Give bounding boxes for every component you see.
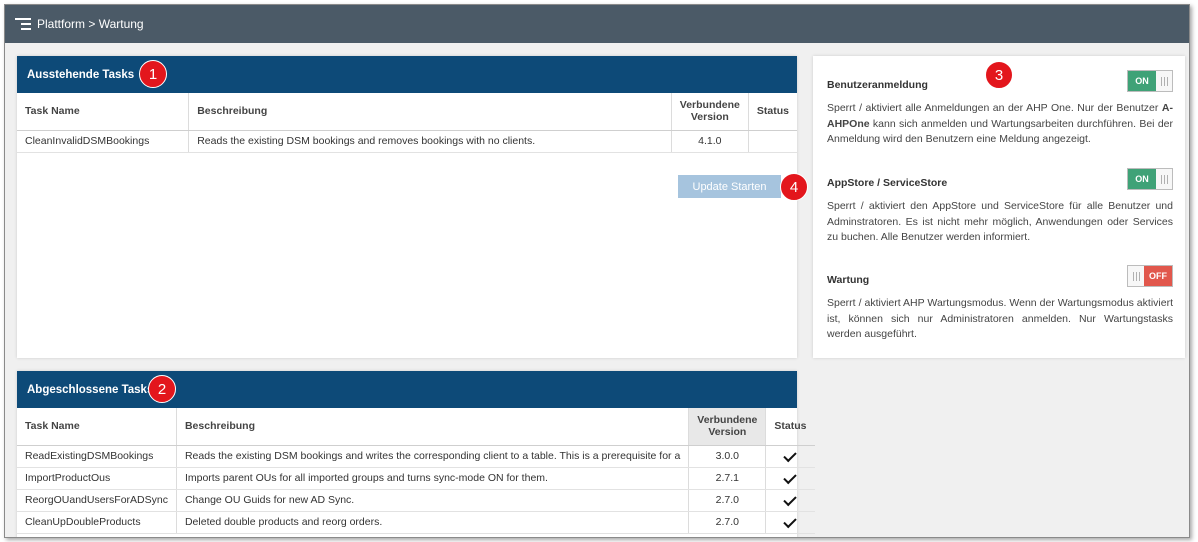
setting-title: Benutzeranmeldung (827, 79, 928, 91)
user-login-toggle[interactable]: ON (1127, 70, 1173, 92)
menu-icon[interactable] (15, 18, 31, 30)
top-bar: Plattform > Wartung (5, 5, 1189, 43)
completed-tasks-table: Task Name Beschreibung Verbundene Version… (17, 408, 815, 534)
column-header-description[interactable]: Beschreibung (188, 93, 672, 131)
app-window: Plattform > Wartung Ausstehende Tasks 1 … (4, 4, 1190, 538)
table-row[interactable]: ReorgOUandUsersForADSync Change OU Guids… (17, 489, 815, 512)
breadcrumb[interactable]: Plattform > Wartung (37, 17, 144, 31)
column-header-version[interactable]: Verbundene Version (671, 93, 749, 131)
table-row[interactable]: CleanInvalidDSMBookings Reads the existi… (17, 130, 797, 153)
setting-title: AppStore / ServiceStore (827, 177, 948, 189)
table-row[interactable]: ReadExistingDSMBookings Reads the existi… (17, 445, 815, 468)
pending-tasks-title: Ausstehende Tasks (27, 68, 135, 81)
task-name-cell: CleanInvalidDSMBookings (17, 130, 190, 153)
checkmark-icon (783, 492, 798, 507)
setting-description: Sperrt / aktiviert alle Anmeldungen an d… (827, 101, 1173, 148)
toggle-state-label: ON (1128, 169, 1156, 189)
setting-description: Sperrt / aktiviert AHP Wartungsmodus. We… (827, 297, 1173, 340)
setting-title: Wartung (827, 274, 870, 286)
pending-tasks-table: Task Name Beschreibung Verbundene Version… (17, 93, 797, 153)
column-header-version-line1: Verbundene (679, 99, 740, 112)
task-description-cell: Deleted double products and reorg orders… (176, 511, 690, 534)
table-row[interactable]: ImportProductOus Imports parent OUs for … (17, 467, 815, 490)
column-header-version-line2: Version (708, 426, 747, 439)
pending-tasks-header: Ausstehende Tasks 1 (17, 56, 797, 93)
column-header-status[interactable]: Status (748, 93, 797, 131)
completed-tasks-title: Abgeschlossene Tasks (27, 383, 154, 396)
maintenance-toggle[interactable]: OFF (1127, 265, 1173, 287)
update-start-button[interactable]: Update Starten (678, 175, 781, 198)
task-description-cell: Change OU Guids for new AD Sync. (176, 489, 690, 512)
task-description-cell: Reads the existing DSM bookings and writ… (176, 445, 690, 468)
desc-part: kann sich anmelden und Wartungsarbeiten … (827, 117, 1173, 146)
task-description-cell: Reads the existing DSM bookings and remo… (188, 130, 672, 153)
column-header-task-name[interactable]: Task Name (17, 93, 190, 131)
checkmark-icon (783, 448, 798, 463)
toggle-handle (1156, 169, 1172, 189)
completed-tasks-header: Abgeschlossene Tasks 2 (17, 371, 797, 408)
task-status-cell (765, 489, 815, 512)
task-name-cell: ReadExistingDSMBookings (17, 445, 177, 468)
task-description-cell: Imports parent OUs for all imported grou… (176, 467, 690, 490)
toggle-handle (1156, 71, 1172, 91)
appstore-toggle[interactable]: ON (1127, 168, 1173, 190)
settings-panel: 3 Benutzeranmeldung ON Sperrt / aktivier… (813, 56, 1185, 358)
toggle-handle (1128, 266, 1144, 286)
column-header-version-line2: Version (690, 111, 729, 124)
task-name-cell: CleanUpDoubleProducts (17, 511, 177, 534)
task-status-cell (765, 467, 815, 490)
setting-user-login: Benutzeranmeldung ON Sperrt / aktiviert … (827, 70, 1173, 148)
setting-appstore: AppStore / ServiceStore ON Sperrt / akti… (827, 168, 1173, 246)
task-name-cell: ImportProductOus (17, 467, 177, 490)
setting-maintenance: Wartung OFF Sperrt / aktiviert AHP Wartu… (827, 265, 1173, 343)
task-name-cell: ReorgOUandUsersForADSync (17, 489, 177, 512)
annotation-badge-2: 2 (148, 375, 176, 403)
column-header-version-line1: Verbundene (697, 414, 758, 427)
column-header-version[interactable]: Verbundene Version (688, 408, 767, 446)
pending-tasks-panel: Ausstehende Tasks 1 Task Name Beschreibu… (17, 56, 808, 358)
task-version-cell: 2.7.0 (688, 511, 767, 534)
toggle-state-label: OFF (1144, 266, 1172, 286)
desc-part: Sperrt / aktiviert alle Anmeldungen an d… (827, 102, 1162, 114)
task-status-cell (748, 130, 797, 153)
table-row[interactable]: CleanUpDoubleProducts Deleted double pro… (17, 511, 815, 534)
completed-tasks-panel: Abgeschlossene Tasks 2 Task Name Beschre… (17, 371, 815, 537)
setting-description: Sperrt / aktiviert den AppStore und Serv… (827, 200, 1173, 243)
task-version-cell: 2.7.1 (688, 467, 767, 490)
checkmark-icon (783, 514, 798, 529)
toggle-state-label: ON (1128, 71, 1156, 91)
column-header-task-name[interactable]: Task Name (17, 408, 177, 446)
annotation-badge-4: 4 (780, 173, 808, 201)
task-version-cell: 4.1.0 (671, 130, 749, 153)
column-header-description[interactable]: Beschreibung (176, 408, 690, 446)
annotation-badge-1: 1 (139, 60, 167, 88)
checkmark-icon (783, 470, 798, 485)
task-status-cell (765, 445, 815, 468)
task-version-cell: 2.7.0 (688, 489, 767, 512)
task-version-cell: 3.0.0 (688, 445, 767, 468)
column-header-status[interactable]: Status (765, 408, 815, 446)
task-status-cell (765, 511, 815, 534)
